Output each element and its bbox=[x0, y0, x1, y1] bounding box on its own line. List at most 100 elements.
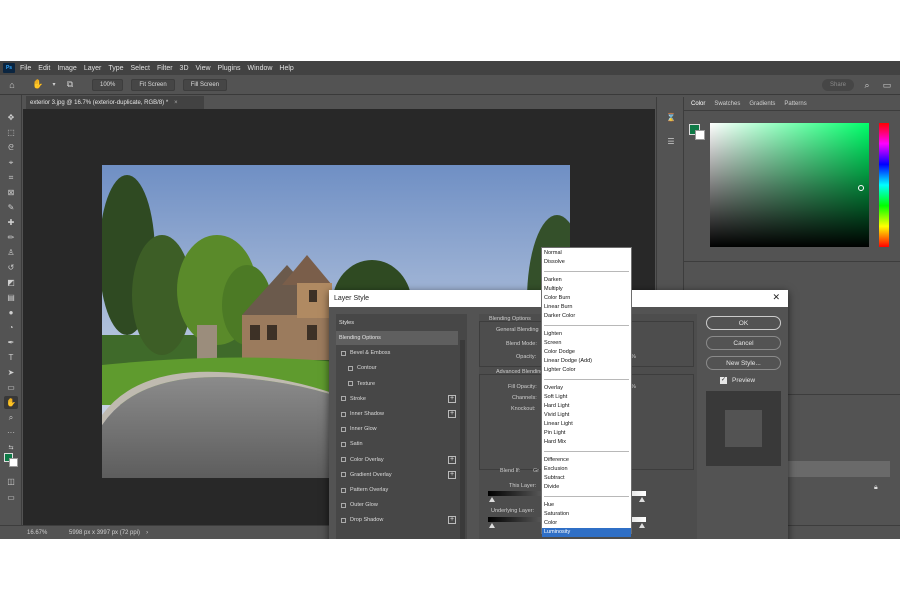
document-tab[interactable]: exterior 3.jpg @ 16.7% (exterior-duplica… bbox=[26, 96, 204, 109]
menu-image[interactable]: Image bbox=[57, 65, 76, 72]
blend-mode-option-hard-mix[interactable]: Hard Mix bbox=[542, 438, 631, 447]
eyedropper-tool-icon[interactable]: ✎ bbox=[4, 201, 18, 214]
blend-mode-option-lighter-color[interactable]: Lighter Color bbox=[542, 366, 631, 375]
pen-tool-icon[interactable]: ✒ bbox=[4, 336, 18, 349]
more-tools-icon[interactable]: ··· bbox=[4, 426, 18, 439]
style-item-stroke[interactable]: Stroke + bbox=[336, 392, 458, 406]
blend-mode-option-difference[interactable]: Difference bbox=[542, 456, 631, 465]
menu-plugins[interactable]: Plugins bbox=[218, 65, 241, 72]
style-checkbox[interactable] bbox=[341, 472, 346, 478]
preview-checkbox[interactable]: ✓ bbox=[720, 377, 727, 384]
underlying-layer-black-handle[interactable] bbox=[489, 523, 495, 528]
style-item-gradient-overlay[interactable]: Gradient Overlay + bbox=[336, 468, 458, 482]
style-item-outer-glow[interactable]: Outer Glow bbox=[336, 498, 458, 512]
eraser-tool-icon[interactable]: ◩ bbox=[4, 276, 18, 289]
chevron-down-icon[interactable]: ▾ bbox=[50, 78, 58, 92]
blend-mode-option-linear-dodge-add-[interactable]: Linear Dodge (Add) bbox=[542, 357, 631, 366]
menu-view[interactable]: View bbox=[196, 65, 211, 72]
blend-mode-option-subtract[interactable]: Subtract bbox=[542, 474, 631, 483]
style-item-contour[interactable]: Contour bbox=[336, 361, 458, 375]
home-icon[interactable]: ⌂ bbox=[4, 78, 20, 92]
blend-mode-option-color-dodge[interactable]: Color Dodge bbox=[542, 348, 631, 357]
quick-mask-icon[interactable]: ◫ bbox=[4, 475, 18, 488]
blend-mode-option-overlay[interactable]: Overlay bbox=[542, 384, 631, 393]
styles-header[interactable]: Styles bbox=[336, 316, 458, 330]
blend-mode-option-screen[interactable]: Screen bbox=[542, 339, 631, 348]
style-checkbox[interactable] bbox=[341, 441, 346, 447]
layer-row-selected[interactable] bbox=[784, 461, 890, 477]
menu-filter[interactable]: Filter bbox=[157, 65, 173, 72]
tab-patterns[interactable]: Patterns bbox=[782, 101, 808, 107]
style-item-blending-options[interactable]: Blending Options bbox=[336, 331, 458, 345]
frame-tool-icon[interactable]: ⊠ bbox=[4, 186, 18, 199]
rectangle-tool-icon[interactable]: ▭ bbox=[4, 381, 18, 394]
background-color-swatch[interactable] bbox=[9, 458, 18, 467]
this-layer-white-handle[interactable] bbox=[639, 497, 645, 502]
clone-stamp-tool-icon[interactable]: ♙ bbox=[4, 246, 18, 259]
blend-mode-dropdown[interactable]: Normal Dissolve Darken Multiply Color Burn Li… bbox=[541, 247, 632, 537]
blend-mode-option-divide[interactable]: Divide bbox=[542, 483, 631, 492]
zoom-tool-icon[interactable]: ⌕ bbox=[4, 411, 18, 424]
style-item-pattern-overlay[interactable]: Pattern Overlay bbox=[336, 483, 458, 497]
add-effect-icon[interactable]: + bbox=[448, 410, 456, 418]
style-checkbox[interactable] bbox=[341, 411, 346, 417]
blend-mode-option-luminosity[interactable]: Luminosity bbox=[542, 528, 631, 537]
menu-layer[interactable]: Layer bbox=[84, 65, 102, 72]
menu-edit[interactable]: Edit bbox=[38, 65, 50, 72]
style-item-bevel-emboss[interactable]: Bevel & Emboss bbox=[336, 346, 458, 360]
blend-mode-option-darken[interactable]: Darken bbox=[542, 276, 631, 285]
blend-mode-option-multiply[interactable]: Multiply bbox=[542, 285, 631, 294]
dodge-tool-icon[interactable]: ◔ bbox=[4, 321, 18, 334]
lasso-tool-icon[interactable]: ᘓ bbox=[4, 141, 18, 154]
fill-screen-button[interactable]: Fill Screen bbox=[182, 78, 228, 91]
move-tool-icon[interactable]: ✥ bbox=[4, 111, 18, 124]
style-checkbox[interactable] bbox=[341, 426, 346, 432]
blend-mode-option-exclusion[interactable]: Exclusion bbox=[542, 465, 631, 474]
add-effect-icon[interactable]: + bbox=[448, 394, 456, 403]
blend-mode-option-vivid-light[interactable]: Vivid Light bbox=[542, 411, 631, 420]
style-item-inner-shadow[interactable]: Inner Shadow + bbox=[336, 407, 458, 421]
chevron-right-icon[interactable]: › bbox=[146, 530, 148, 536]
blend-mode-option-hue[interactable]: Hue bbox=[542, 501, 631, 510]
background-color-chip[interactable] bbox=[695, 130, 705, 140]
blend-mode-option-color[interactable]: Color bbox=[542, 519, 631, 528]
style-checkbox[interactable] bbox=[341, 517, 346, 523]
blend-mode-option-normal[interactable]: Normal bbox=[542, 249, 631, 258]
path-selection-tool-icon[interactable]: ➤ bbox=[4, 366, 18, 379]
menu-type[interactable]: Type bbox=[108, 65, 123, 72]
add-effect-icon[interactable]: + bbox=[448, 455, 456, 464]
blend-mode-option-pin-light[interactable]: Pin Light bbox=[542, 429, 631, 438]
object-selection-tool-icon[interactable]: ⌖ bbox=[4, 156, 18, 169]
tab-color[interactable]: Color bbox=[689, 101, 707, 107]
style-checkbox[interactable] bbox=[341, 396, 346, 402]
add-effect-icon[interactable]: + bbox=[448, 470, 456, 479]
cancel-button[interactable]: Cancel bbox=[706, 336, 781, 350]
close-icon[interactable]: ✕ bbox=[772, 292, 780, 303]
style-item-texture[interactable]: Texture bbox=[336, 377, 458, 391]
blend-mode-option-soft-light[interactable]: Soft Light bbox=[542, 393, 631, 402]
menu-help[interactable]: Help bbox=[279, 65, 293, 72]
menu-3d[interactable]: 3D bbox=[180, 65, 189, 72]
this-layer-black-handle[interactable] bbox=[489, 497, 495, 502]
healing-brush-tool-icon[interactable]: ✚ bbox=[4, 216, 18, 229]
scroll-all-windows-icon[interactable]: ⧉ bbox=[62, 78, 78, 92]
style-item-color-overlay[interactable]: Color Overlay + bbox=[336, 453, 458, 467]
style-item-drop-shadow[interactable]: Drop Shadow + bbox=[336, 513, 458, 527]
blend-mode-option-hard-light[interactable]: Hard Light bbox=[542, 402, 631, 411]
marquee-tool-icon[interactable]: ⬚ bbox=[4, 126, 18, 139]
style-checkbox[interactable] bbox=[341, 502, 346, 508]
style-item-inner-glow[interactable]: Inner Glow bbox=[336, 422, 458, 436]
color-field[interactable] bbox=[710, 123, 869, 247]
menu-select[interactable]: Select bbox=[131, 65, 150, 72]
hand-tool-icon[interactable]: ✋ bbox=[4, 396, 18, 409]
adjustments-panel-icon[interactable]: ☰ bbox=[665, 135, 677, 147]
menu-window[interactable]: Window bbox=[248, 65, 273, 72]
tab-swatches[interactable]: Swatches bbox=[712, 101, 742, 107]
blend-mode-option-linear-light[interactable]: Linear Light bbox=[542, 420, 631, 429]
share-button[interactable]: Share bbox=[821, 79, 854, 91]
style-checkbox[interactable] bbox=[348, 381, 353, 387]
history-panel-icon[interactable]: ⌛ bbox=[665, 111, 677, 123]
history-brush-tool-icon[interactable]: ↺ bbox=[4, 261, 18, 274]
screen-mode-icon[interactable]: ▭ bbox=[4, 491, 18, 504]
blur-tool-icon[interactable]: ● bbox=[4, 306, 18, 319]
